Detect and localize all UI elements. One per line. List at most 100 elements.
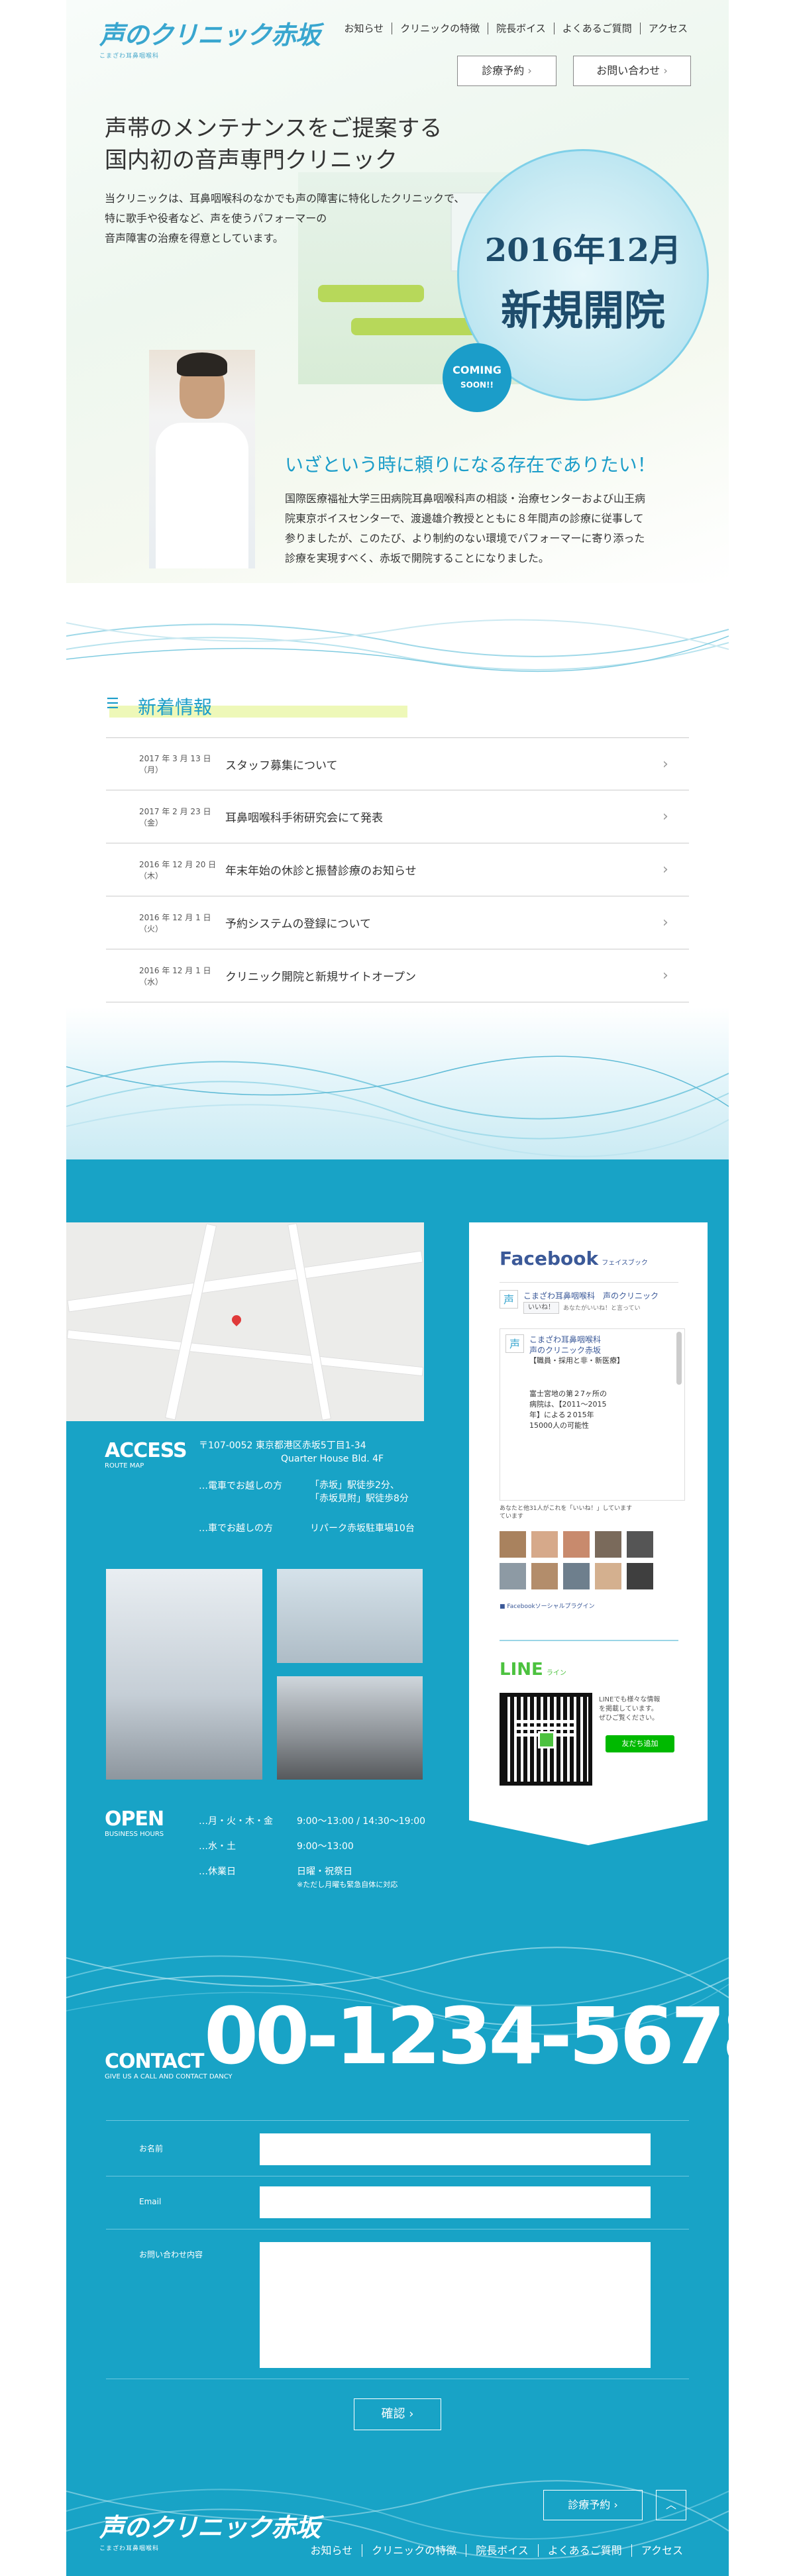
hero-intro-line: 当クリニックは、耳鼻咽喉科のなかでも声の障害に特化したクリニックで、	[105, 192, 465, 205]
like-button[interactable]: いいね！	[523, 1302, 559, 1314]
badge-date: 2016年12月	[484, 232, 682, 269]
footer-nav-item-features[interactable]: クリニックの特徴	[362, 2544, 466, 2557]
footer-logo[interactable]: 声のクリニック赤坂 こまざわ耳鼻咽喉科	[99, 2507, 321, 2552]
email-input[interactable]	[260, 2186, 651, 2218]
post-title: こまざわ耳鼻咽喉科	[529, 1335, 602, 1344]
footer-reserve-label: 診療予約	[568, 2498, 611, 2511]
line-heading: LINE ライン	[500, 1660, 566, 1680]
hours-note: ※ただし月曜も緊急自体に対応	[297, 1880, 398, 1889]
footer-nav-item-faq[interactable]: よくあるご質問	[537, 2544, 631, 2557]
building-photo	[106, 1569, 262, 1780]
access-map[interactable]	[66, 1222, 424, 1421]
name-label: お名前	[139, 2144, 164, 2153]
friends-grid	[500, 1531, 685, 1591]
contact-phone[interactable]: 00-1234-5678	[204, 1990, 776, 2082]
avatar	[627, 1563, 653, 1589]
chevron-right-icon: ›	[662, 861, 668, 878]
nav-item-news[interactable]: お知らせ	[336, 23, 392, 34]
hero-heading-line: 国内初の音声専門クリニック	[105, 147, 398, 174]
profile-line: 診療を実現すべく、赤坂で開院することになりました。	[285, 552, 549, 564]
facebook-page-name[interactable]: こまざわ耳鼻咽喉科 声のクリニック	[523, 1290, 659, 1301]
access-address: 〒107-0052 東京都港区赤坂5丁目1-34 Quarter House B…	[199, 1439, 384, 1466]
news-title: 新着情報	[138, 696, 213, 718]
doctor-profile: 国際医療福祉大学三田病院耳鼻咽喉科声の相談・治療センターおよび山王病 院東京ボイ…	[285, 489, 645, 568]
facebook-feed[interactable]: 声 こまざわ耳鼻咽喉科 声のクリニック赤坂 【職員・採用と非・新医療】 富士宮地…	[500, 1328, 685, 1501]
back-to-top-button[interactable]: ︿	[656, 2490, 686, 2520]
post-header: こまざわ耳鼻咽喉科 声のクリニック赤坂 【職員・採用と非・新医療】	[529, 1334, 624, 1366]
chevron-right-icon: ›	[662, 808, 668, 825]
news-row[interactable]: 2016 年 12 月 1 日（水） クリニック開院と新規サイトオープン ›	[106, 949, 689, 1002]
map-pin-icon	[230, 1313, 243, 1326]
hours-value: 9:00〜13:00 / 14:30〜19:00	[297, 1816, 426, 1827]
address-line: 〒107-0052 東京都港区赤坂5丁目1-34	[199, 1440, 366, 1451]
avatar	[563, 1531, 590, 1558]
hours-value: 9:00〜13:00	[297, 1841, 354, 1852]
avatar	[500, 1531, 526, 1558]
logo-sub: こまざわ耳鼻咽喉科	[99, 53, 160, 60]
news-date: 2017 年 3 月 13 日（月）	[139, 754, 211, 775]
line-desc-line: ぜひご覧ください。	[599, 1715, 659, 1722]
line-add-friend-button[interactable]: 友だち追加	[606, 1735, 674, 1752]
header-logo[interactable]: 声のクリニック赤坂 こまざわ耳鼻咽喉科	[99, 15, 321, 60]
chevron-right-icon: ›	[662, 755, 668, 773]
news-row[interactable]: 2016 年 12 月 20 日（木） 年末年始の休診と振替診療のお知らせ ›	[106, 843, 689, 896]
news-text: 予約システムの登録について	[225, 918, 371, 931]
footer-nav-item-access[interactable]: アクセス	[631, 2544, 692, 2557]
avatar	[595, 1563, 621, 1589]
avatar	[531, 1563, 558, 1589]
footer-nav-item-voice[interactable]: 院長ボイス	[466, 2544, 538, 2557]
line-desc-line: を掲載しています。	[599, 1705, 658, 1713]
line-logo-icon	[538, 1731, 555, 1748]
avatar	[531, 1531, 558, 1558]
list-icon: ☰	[106, 696, 119, 712]
open-title: OPEN	[105, 1807, 164, 1831]
facebook-plugin-note: ■ Facebookソーシャルプラグイン	[500, 1601, 594, 1610]
wave-lines	[66, 1055, 729, 1157]
profile-line: 国際医療福祉大学三田病院耳鼻咽喉科声の相談・治療センターおよび山王病	[285, 492, 646, 505]
logo-text: 声のクリニック赤坂	[99, 20, 321, 50]
social-card: Facebook フェイスブック 声 こまざわ耳鼻咽喉科 声のクリニック いいね…	[469, 1222, 708, 1845]
header-nav: お知らせ クリニックの特徴 院長ボイス よくあるご質問 アクセス	[298, 21, 696, 35]
profile-line: 参りましたが、このたび、より制約のない環境でパフォーマーに寄り添った	[285, 532, 645, 545]
news-row[interactable]: 2017 年 2 月 23 日（金） 耳鼻咽喉科手術研究会にて発表 ›	[106, 790, 689, 843]
avatar	[595, 1531, 621, 1558]
line-desc: LINEでも様々な情報 を掲載しています。 ぜひご覧ください。	[599, 1695, 660, 1723]
name-input[interactable]	[260, 2133, 651, 2165]
car-label: …車でお越しの方	[199, 1523, 273, 1534]
nav-item-features[interactable]: クリニックの特徴	[392, 23, 488, 34]
news-row[interactable]: 2016 年 12 月 1 日（火） 予約システムの登録について ›	[106, 896, 689, 949]
facebook-heading: Facebook フェイスブック	[500, 1248, 648, 1269]
line-title: LINE	[500, 1660, 543, 1680]
nav-item-voice[interactable]: 院長ボイス	[488, 23, 554, 34]
confirm-button[interactable]: 確認	[354, 2398, 441, 2430]
tagline: いざという時に頼りになる存在でありたい！	[285, 454, 656, 476]
footer-nav-item-news[interactable]: お知らせ	[301, 2544, 362, 2557]
news-date: 2016 年 12 月 1 日（火）	[139, 912, 211, 934]
train-line: 「赤坂見附」駅徒歩8分	[310, 1493, 409, 1504]
post-line: 富士宮地の第２7ヶ所の	[529, 1389, 607, 1398]
news-text: 年末年始の休診と振替診療のお知らせ	[225, 865, 417, 878]
hours-label: …休業日	[199, 1866, 236, 1877]
reserve-button[interactable]: 診療予約	[457, 56, 556, 86]
profile-line: 院東京ボイスセンターで、渡邊雄介教授とともに８年間声の診療に従事して	[285, 512, 644, 525]
hero-heading-line: 声帯のメンテナンスをご提案する	[105, 115, 443, 142]
line-title-sub: ライン	[546, 1670, 566, 1677]
message-textarea[interactable]	[260, 2242, 651, 2368]
hero-intro-line: 音声障害の治療を得意としています。	[105, 232, 284, 244]
scrollbar[interactable]	[676, 1332, 682, 1385]
post-line: 15000人の可能性	[529, 1421, 589, 1430]
coming-text: COMING	[452, 364, 502, 376]
footer-reserve-button[interactable]: 診療予約 ›	[543, 2490, 643, 2520]
news-row[interactable]: 2017 年 3 月 13 日（月） スタッフ募集について ›	[106, 737, 689, 790]
nav-item-access[interactable]: アクセス	[639, 23, 696, 34]
building-photo	[277, 1569, 423, 1663]
nav-item-faq[interactable]: よくあるご質問	[553, 23, 640, 34]
news-date: 2016 年 12 月 1 日（水）	[139, 965, 211, 987]
news-date: 2016 年 12 月 20 日（木）	[139, 859, 217, 881]
doctor-coat	[156, 423, 248, 568]
friends-note-line: ています	[500, 1513, 524, 1520]
news-date: 2017 年 2 月 23 日（金）	[139, 806, 211, 828]
chevron-right-icon: ›	[662, 967, 668, 984]
contact-button[interactable]: お問い合わせ	[573, 56, 691, 86]
footer-logo-text: 声のクリニック赤坂	[99, 2512, 321, 2542]
